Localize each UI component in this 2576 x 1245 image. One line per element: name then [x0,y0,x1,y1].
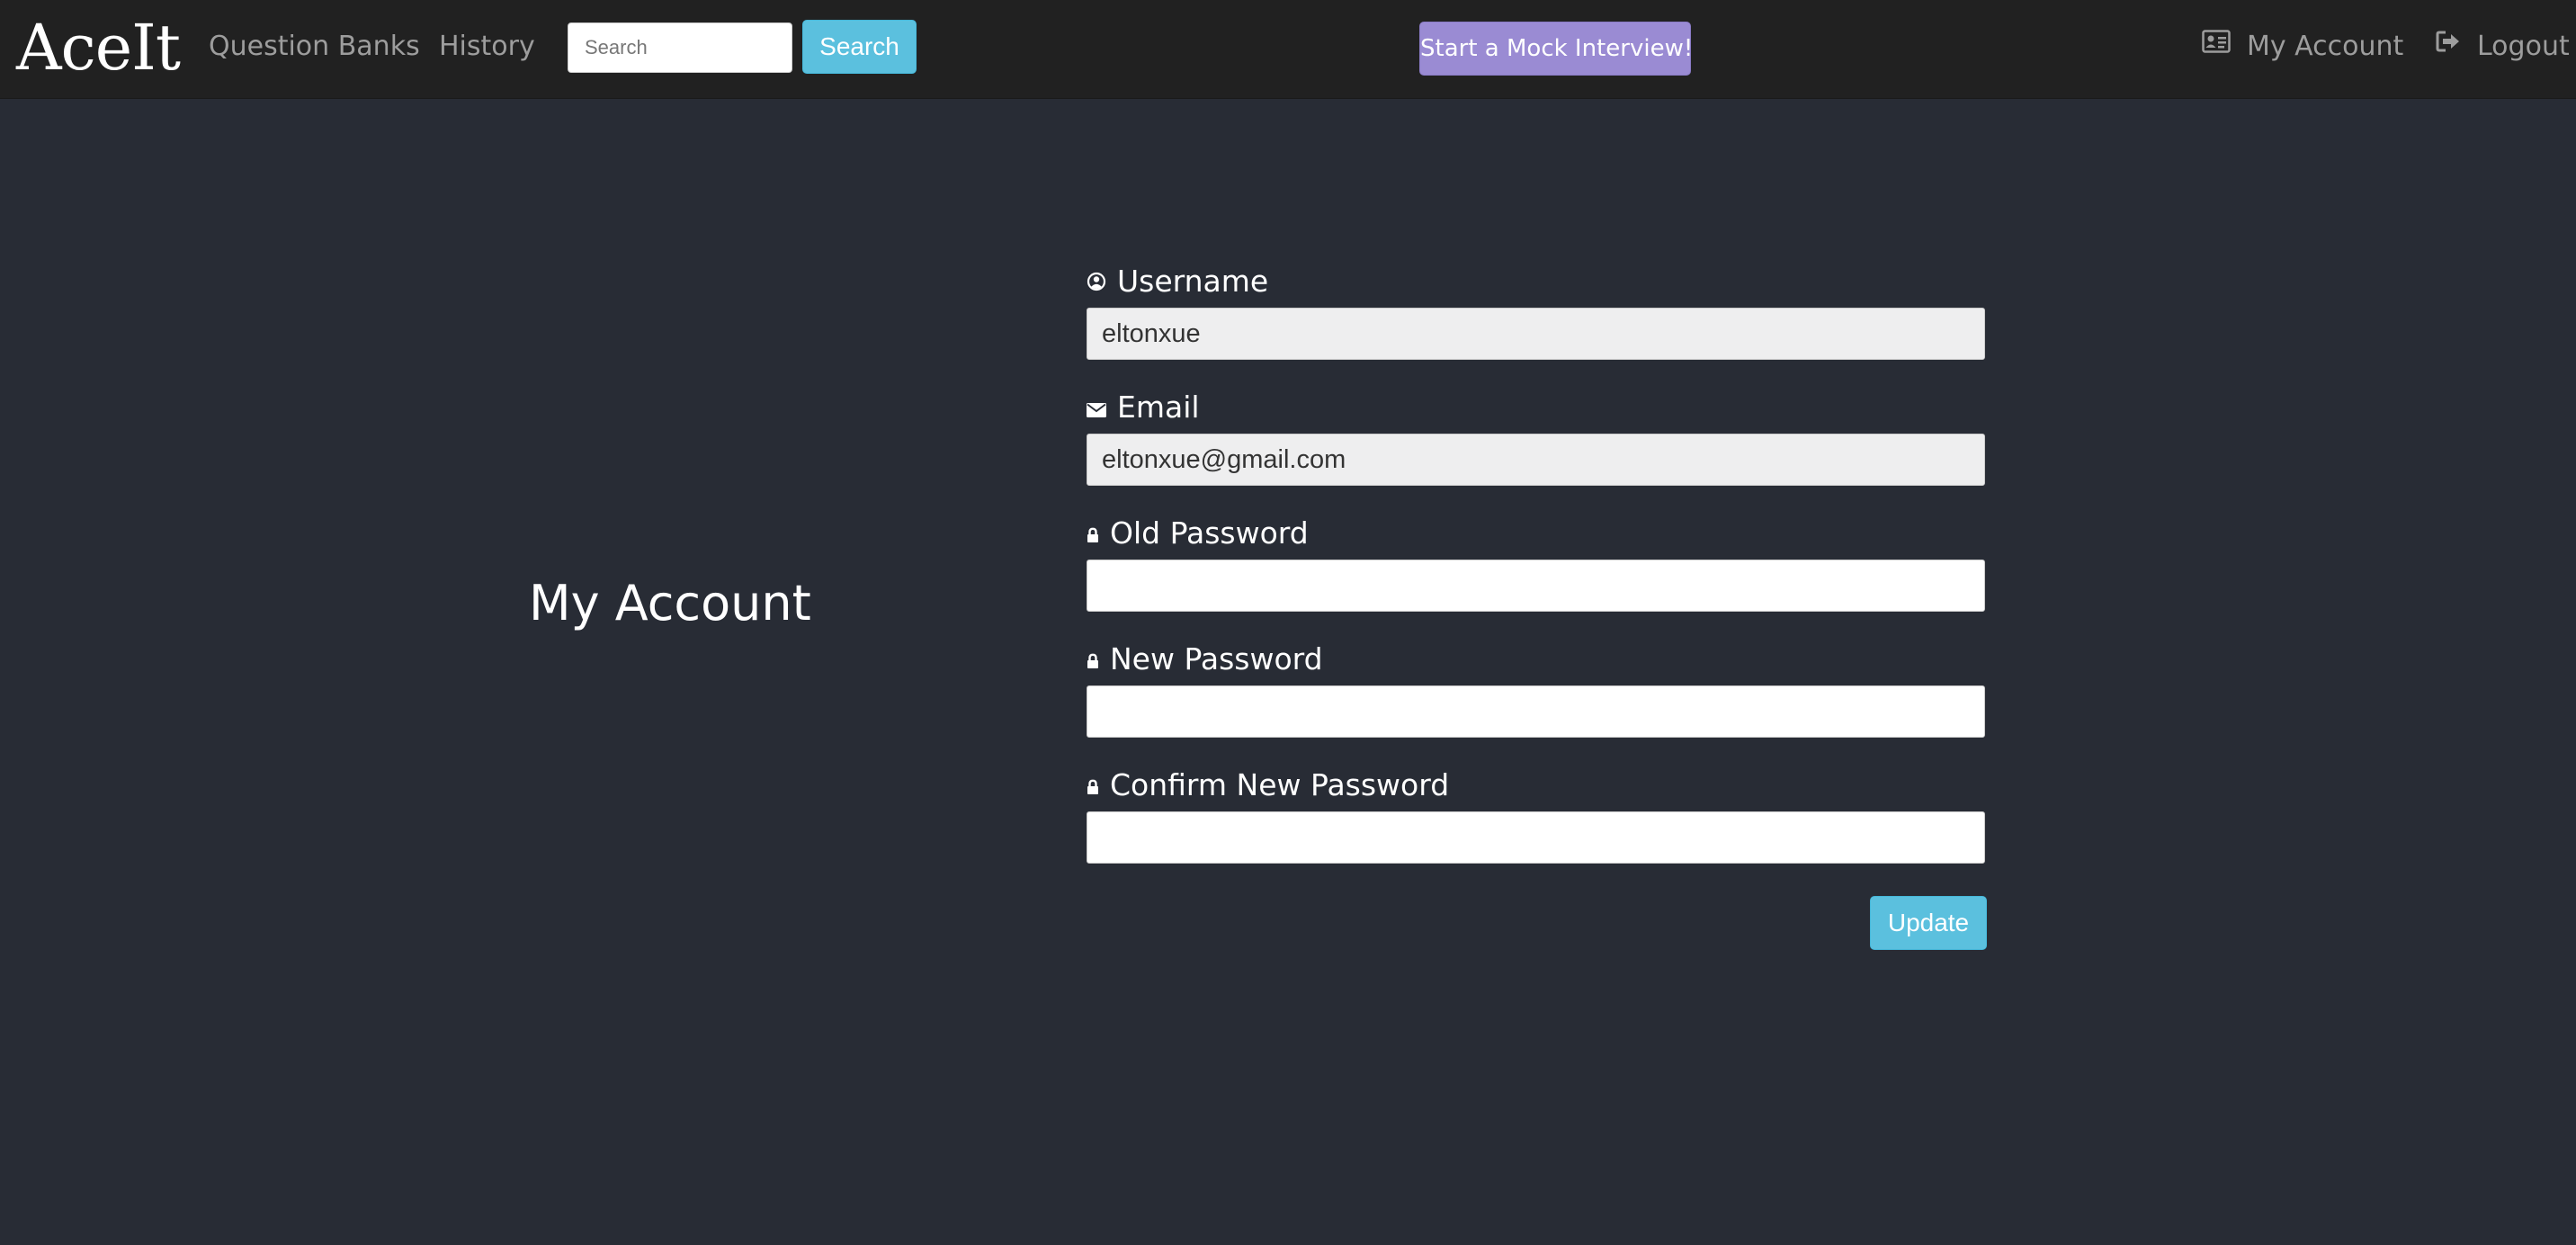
old-password-field[interactable] [1087,560,1985,612]
start-mock-interview-button[interactable]: Start a Mock Interview! [1419,22,1693,76]
username-label-text: Username [1117,264,1269,299]
username-field[interactable] [1087,308,1985,360]
nav-question-banks[interactable]: Question Banks [209,24,420,69]
email-label-text: Email [1117,390,1200,425]
page-title: My Account [529,575,811,631]
lock-icon [1087,763,1099,808]
nav-my-account-label: My Account [2247,31,2404,62]
confirm-password-field[interactable] [1087,811,1985,864]
old-password-label-text: Old Password [1110,515,1309,551]
old-password-label: Old Password [1087,511,1986,556]
account-form: Username Email Old Password New Password [1087,259,1986,889]
email-label: Email [1087,385,1986,430]
confirm-password-label: Confirm New Password [1087,763,1986,808]
lock-icon [1087,637,1099,682]
new-password-label-text: New Password [1110,641,1323,676]
email-field[interactable] [1087,434,1985,486]
nav-my-account[interactable]: My Account [2202,24,2403,69]
new-password-field[interactable] [1087,685,1985,738]
nav-logout[interactable]: Logout [2436,24,2570,69]
navbar: AceIt Question Banks History Search Star… [0,0,2576,99]
logout-icon [2436,22,2461,67]
nav-logout-label: Logout [2477,31,2570,62]
search-input[interactable] [568,22,792,73]
new-password-label: New Password [1087,637,1986,682]
search-button[interactable]: Search [802,20,917,74]
id-card-icon [2202,22,2231,67]
nav-history[interactable]: History [439,24,535,69]
username-label: Username [1087,259,1986,304]
envelope-icon [1087,385,1106,430]
update-button[interactable]: Update [1870,896,1987,950]
confirm-password-label-text: Confirm New Password [1110,767,1450,802]
user-circle-icon [1087,259,1106,304]
lock-icon [1087,511,1099,556]
brand-logo[interactable]: AceIt [16,7,181,88]
